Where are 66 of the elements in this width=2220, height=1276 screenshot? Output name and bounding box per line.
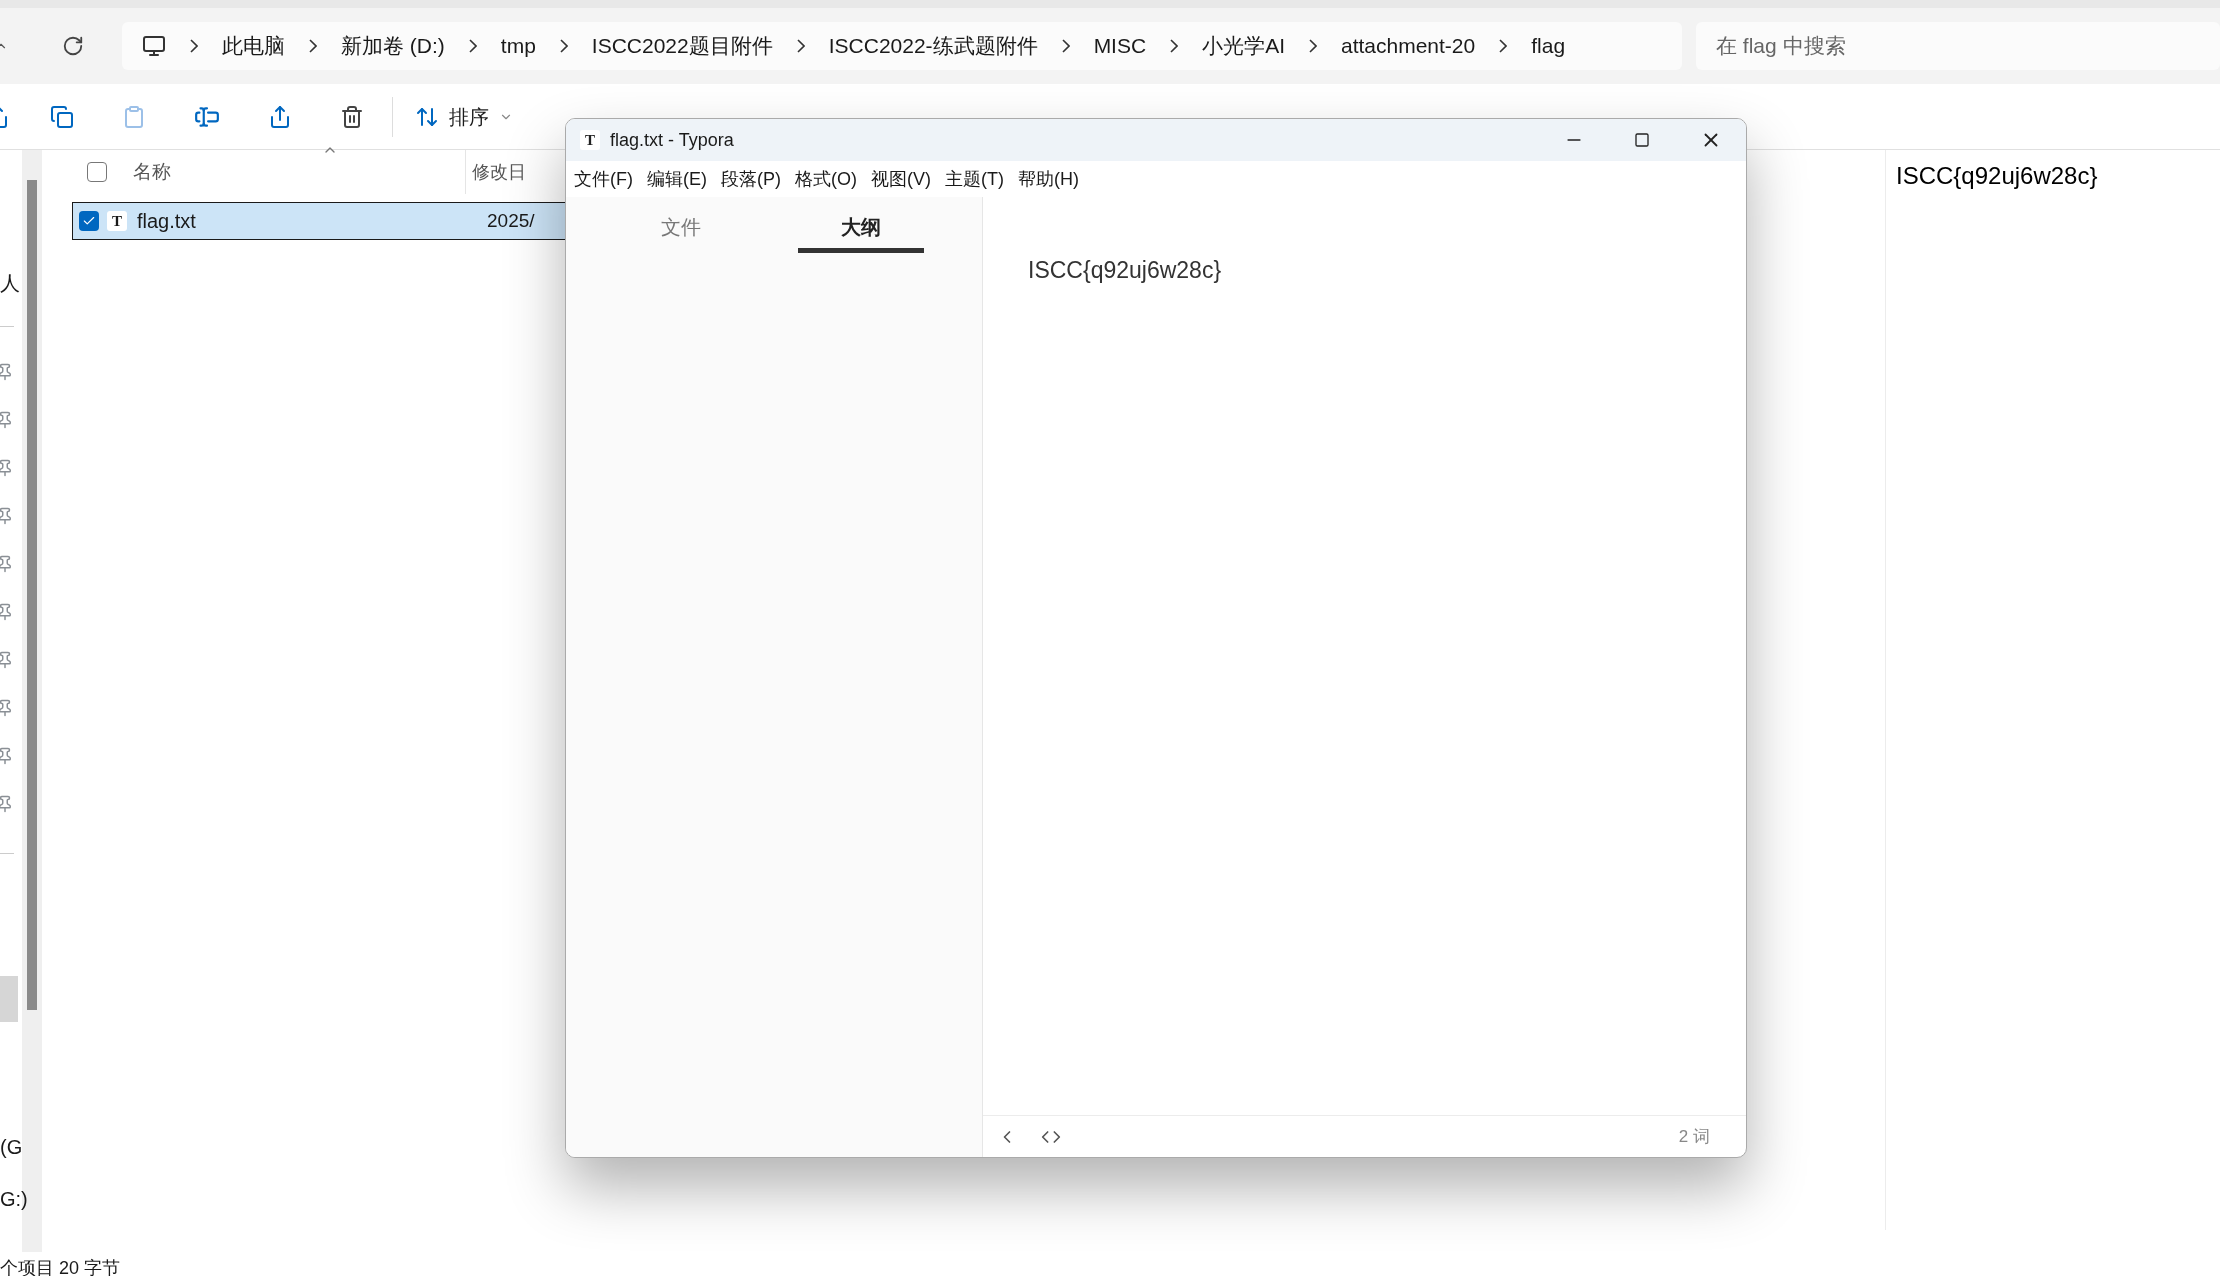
refresh-icon[interactable] xyxy=(62,35,84,57)
chevron-icon xyxy=(468,39,477,53)
chevron-icon xyxy=(1061,39,1070,53)
sort-button[interactable]: 排序 xyxy=(415,101,513,132)
menu-item[interactable]: 格式(O) xyxy=(795,165,857,193)
breadcrumb-item[interactable]: ISCC2022题目附件 xyxy=(591,30,773,62)
menu-item[interactable]: 主题(T) xyxy=(945,165,1004,193)
menu-item[interactable]: 段落(P) xyxy=(721,165,781,193)
menu-item[interactable]: 文件(F) xyxy=(574,165,633,193)
breadcrumb-item[interactable]: 新加卷 (D:) xyxy=(341,30,445,62)
chevron-icon xyxy=(190,39,198,53)
address-bar[interactable]: 此电脑 新加卷 (D:) tmp ISCC2022题目附件 ISCC2022-练武题附件 MISC 小光学AI attachment-20 flag xyxy=(122,22,1682,70)
chevron-icon xyxy=(796,39,805,53)
pin-icon xyxy=(0,555,14,573)
pin-icon xyxy=(0,507,14,525)
nav-item[interactable]: (G xyxy=(0,1132,22,1162)
breadcrumb-item[interactable]: flag xyxy=(1531,30,1566,62)
status-text: 个项目 20 字节 xyxy=(0,1256,121,1276)
window-title: flag.txt - Typora xyxy=(610,128,734,152)
menu-item[interactable]: 帮助(H) xyxy=(1017,165,1079,193)
breadcrumb-item[interactable]: MISC xyxy=(1093,30,1147,62)
pin-icon xyxy=(0,699,14,717)
menu-item[interactable]: 视图(V) xyxy=(871,165,931,193)
pin-icon xyxy=(0,603,14,621)
breadcrumb-item[interactable]: attachment-20 xyxy=(1340,30,1476,62)
menu-item[interactable]: 编辑(E) xyxy=(647,165,707,193)
nav-item[interactable]: G:) xyxy=(0,1184,28,1214)
app-icon: T xyxy=(580,130,600,150)
sidebar-tab[interactable]: 大纲 xyxy=(798,205,924,253)
file-modified: 2025/ xyxy=(487,208,535,233)
breadcrumb-item[interactable]: 小光学AI xyxy=(1202,30,1285,62)
copy-icon[interactable] xyxy=(50,104,74,129)
chevron-icon xyxy=(309,39,317,53)
pin-icon xyxy=(0,747,14,765)
maximize-icon[interactable] xyxy=(1634,132,1650,148)
file-name[interactable]: flag.txt xyxy=(137,206,483,236)
pin-icon xyxy=(0,459,14,477)
nav-item[interactable]: 人 xyxy=(0,268,22,298)
pin-icon xyxy=(0,651,14,669)
share-icon[interactable] xyxy=(268,104,292,129)
sidebar-tab[interactable]: 文件 xyxy=(618,205,744,253)
document-text: ISCC{q92uj6w28c} xyxy=(1028,257,1222,283)
chevron-icon xyxy=(1499,39,1508,53)
breadcrumb-item[interactable]: tmp xyxy=(500,30,536,62)
check-icon xyxy=(82,214,96,228)
row-checkbox[interactable] xyxy=(79,211,99,231)
pin-icon xyxy=(0,795,14,813)
computer-icon xyxy=(142,34,166,58)
file-row[interactable]: T flag.txt 2025/ xyxy=(72,202,566,240)
nav-highlight xyxy=(0,976,18,1022)
preview-text: ISCC{q92uj6w28c} xyxy=(1896,162,2098,189)
word-count[interactable]: 2 词 xyxy=(1678,1123,1710,1150)
text-file-icon: T xyxy=(107,211,127,231)
scrollbar-thumb[interactable] xyxy=(27,180,37,1010)
search-field[interactable]: 在 flag 中搜索 xyxy=(1696,22,2220,70)
pin-icon xyxy=(0,363,14,381)
column-header[interactable]: 名称 xyxy=(133,157,403,187)
column-header[interactable]: 修改日 xyxy=(472,158,526,186)
breadcrumb-item[interactable]: ISCC2022-练武题附件 xyxy=(828,30,1038,62)
select-all-checkbox[interactable] xyxy=(87,162,107,182)
pin-icon xyxy=(0,411,14,429)
breadcrumb-item[interactable]: 此电脑 xyxy=(222,30,285,62)
chevron-icon xyxy=(1308,39,1317,53)
chevron-icon xyxy=(1170,39,1179,53)
chevron-icon xyxy=(559,39,568,53)
delete-icon[interactable] xyxy=(340,104,364,129)
